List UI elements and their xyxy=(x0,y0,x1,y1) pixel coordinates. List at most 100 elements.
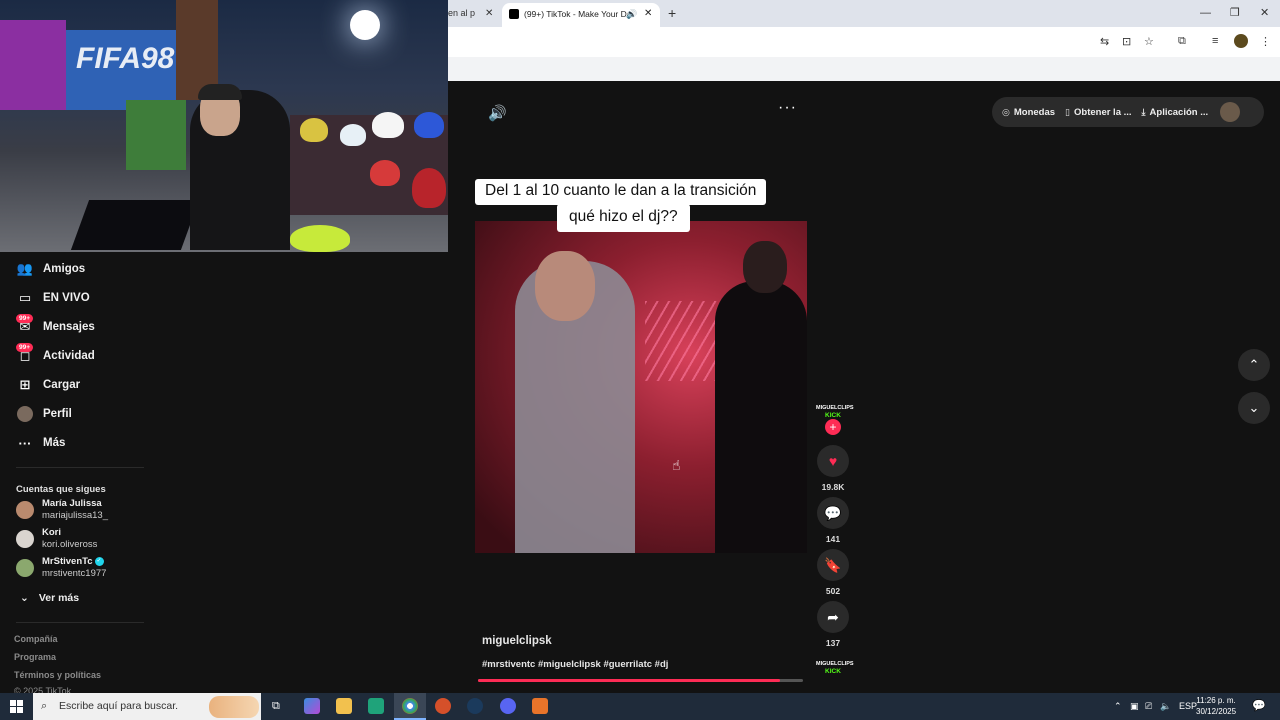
creator-avatar[interactable]: MIGUELCLIPS KICK xyxy=(816,405,854,420)
task-view-icon[interactable]: ⧉ xyxy=(272,693,280,720)
sidebar-item-perfil[interactable]: Perfil xyxy=(16,404,72,424)
bookmark-star-icon[interactable]: ☆ xyxy=(1144,35,1154,48)
app-label: Aplicación ... xyxy=(1149,106,1209,118)
tab-audio-icon[interactable]: 🔊 xyxy=(626,3,637,25)
app-icon[interactable] xyxy=(435,698,451,714)
steam-icon[interactable] xyxy=(467,698,483,714)
new-tab-button[interactable]: + xyxy=(668,0,676,27)
discord-icon[interactable] xyxy=(500,698,516,714)
people-icon: 👥 xyxy=(16,261,34,276)
like-button[interactable]: ♥ xyxy=(817,445,849,477)
share-button[interactable]: ➦ xyxy=(817,601,849,633)
copilot-icon[interactable] xyxy=(304,698,320,714)
tab-previous-label: en al p xyxy=(448,8,476,18)
video-hashtags[interactable]: #mrstiventc #miguelclipsk #guerrilatc #d… xyxy=(482,659,668,670)
creator-logo-bottom: KICK xyxy=(825,412,841,419)
search-highlight-image xyxy=(209,696,259,718)
footer-link[interactable]: Compañía xyxy=(14,634,58,644)
see-more-button[interactable]: ⌄ Ver más xyxy=(20,592,79,604)
restore-button[interactable]: ❐ xyxy=(1230,0,1240,27)
tab-previous[interactable]: en al p ✕ xyxy=(448,0,498,27)
account-username: kori.oliveross xyxy=(42,539,98,550)
messages-icon: ✉ 99+ xyxy=(16,314,34,336)
language-indicator[interactable]: ESP xyxy=(1179,693,1197,720)
video-progress-bar[interactable] xyxy=(478,679,803,682)
see-more-label: Ver más xyxy=(38,592,80,604)
chrome-icon[interactable] xyxy=(402,698,418,714)
more-options-icon[interactable]: ··· xyxy=(778,99,797,117)
previous-video-button[interactable]: ⌃ xyxy=(1238,349,1270,381)
user-avatar[interactable] xyxy=(1220,102,1241,122)
creator-logo-top: MIGUELCLIPS xyxy=(816,661,854,667)
file-explorer-icon[interactable] xyxy=(336,698,352,714)
get-coins-label: Obtener la ... xyxy=(1074,106,1132,118)
avatar xyxy=(16,501,34,519)
clock-date: 30/12/2025 xyxy=(1196,707,1237,716)
following-title: Cuentas que sigues xyxy=(16,484,106,495)
browser-menu-icon[interactable]: ⋮ xyxy=(1260,35,1271,48)
music-disc-icon[interactable]: MIGUELCLIPS KICK xyxy=(816,661,854,676)
close-tab-icon[interactable]: ✕ xyxy=(644,3,652,25)
search-placeholder: Escribe aquí para buscar. xyxy=(59,700,179,712)
windows-taskbar: ⌕ Escribe aquí para buscar. ⧉ ⌃ ▣ ⎚ 🔈 ES… xyxy=(0,693,1280,720)
store-icon[interactable] xyxy=(368,698,384,714)
search-icon: ⌕ xyxy=(41,700,48,712)
install-app-icon[interactable]: ⊡ xyxy=(1122,35,1131,48)
browser-profile-avatar[interactable] xyxy=(1234,34,1248,48)
chevron-down-icon: ⌄ xyxy=(20,592,29,604)
follow-button[interactable]: + xyxy=(825,419,841,435)
next-video-button[interactable]: ⌄ xyxy=(1238,392,1270,424)
like-count: 19.8K xyxy=(821,482,845,492)
browser-toolbar: ⇆ ⊡ ☆ ⧉ ≡ ⋮ xyxy=(448,27,1280,57)
sidebar-item-label: Mensajes xyxy=(43,321,95,333)
sidebar-item-label: Cargar xyxy=(43,379,81,391)
browser-tab-strip: en al p ✕ (99+) TikTok - Make Your Da 🔊 ✕… xyxy=(448,0,1280,27)
sidebar-item-en-vivo[interactable]: ▭ EN VIVO xyxy=(16,288,90,308)
notifications-icon[interactable]: 💬 xyxy=(1252,693,1266,720)
sidebar-item-mas[interactable]: ··· Más xyxy=(16,433,66,453)
account-username: mariajulissa13_ xyxy=(42,510,109,521)
save-button[interactable]: 🔖 xyxy=(817,549,849,581)
close-tab-icon[interactable]: ✕ xyxy=(485,0,493,27)
volume-icon[interactable]: 🔊 xyxy=(488,104,507,122)
coins-button[interactable]: ◎ Monedas xyxy=(1002,107,1055,118)
taskbar-search[interactable]: ⌕ Escribe aquí para buscar. xyxy=(33,693,261,720)
footer-link[interactable]: Programa xyxy=(14,652,56,662)
video-player[interactable] xyxy=(475,221,807,553)
translate-icon[interactable]: ⇆ xyxy=(1100,35,1109,48)
minimize-button[interactable]: — xyxy=(1200,0,1211,27)
sidebar-item-mensajes[interactable]: ✉ 99+ Mensajes xyxy=(16,314,95,337)
tray-chevron-up-icon[interactable]: ⌃ xyxy=(1114,693,1122,720)
close-window-button[interactable]: ✕ xyxy=(1260,0,1269,27)
sidebar-item-amigos[interactable]: 👥 Amigos xyxy=(16,259,85,279)
comment-button[interactable]: 💬 xyxy=(817,497,849,529)
sidebar: 👥 Amigos ▭ EN VIVO ✉ 99+ Mensajes ◻ 99+ Activi… xyxy=(0,252,160,696)
sidebar-item-cargar[interactable]: ⊞ Cargar xyxy=(16,375,81,395)
windows-start-icon[interactable] xyxy=(10,700,23,713)
video-caption-line2: qué hizo el dj?? xyxy=(557,204,690,232)
get-coins-button[interactable]: ▯ Obtener la ... xyxy=(1065,107,1132,118)
footer-link[interactable]: Términos y políticas xyxy=(14,670,101,680)
extensions-icon[interactable]: ⧉ xyxy=(1178,35,1186,48)
clock[interactable]: 11:26 p. m. 30/12/2025 xyxy=(1196,695,1236,717)
app-download-button[interactable]: ⤓ Aplicación ... xyxy=(1142,107,1209,118)
creator-logo-bottom: KICK xyxy=(825,668,841,675)
aimp-icon[interactable] xyxy=(532,698,548,714)
speaker-icon[interactable]: 🔈 xyxy=(1160,693,1171,720)
avatar xyxy=(16,559,34,577)
network-icon[interactable]: ⎚ xyxy=(1145,693,1152,720)
tray-app-icon[interactable]: ▣ xyxy=(1130,693,1139,720)
account-name: MrStivenTc xyxy=(42,556,93,567)
sidebar-item-actividad[interactable]: ◻ 99+ Actividad xyxy=(16,343,95,366)
video-author[interactable]: miguelclipsk xyxy=(482,635,552,647)
webcam-overlay: FIFA98 xyxy=(0,0,448,252)
account-name-row: MrStivenTc ✓ xyxy=(42,556,104,567)
save-count: 502 xyxy=(825,586,841,596)
activity-badge: 99+ xyxy=(16,343,34,352)
tab-tiktok[interactable]: (99+) TikTok - Make Your Da 🔊 ✕ xyxy=(502,3,660,27)
comment-count: 141 xyxy=(825,534,841,544)
share-icon: ➦ xyxy=(827,608,839,625)
account-username: mrstiventc1977 xyxy=(42,568,107,579)
media-control-icon[interactable]: ≡ xyxy=(1212,35,1218,47)
browser-content-top xyxy=(448,57,1280,81)
